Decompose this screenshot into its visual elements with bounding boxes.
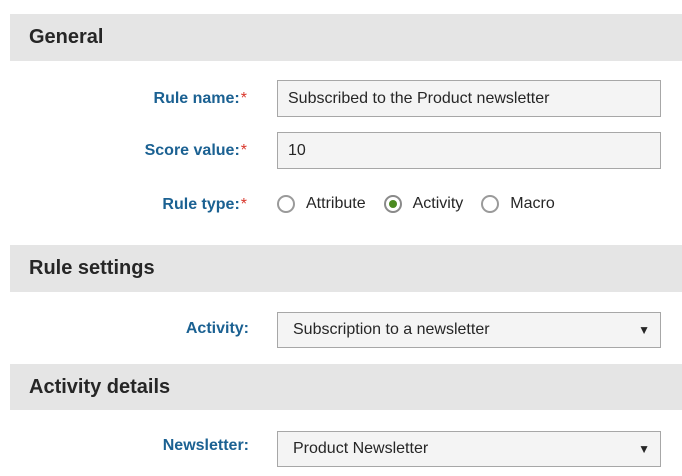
radio-attribute[interactable] — [277, 195, 295, 213]
section-header-general: General — [10, 14, 682, 61]
radio-label-attribute: Attribute — [306, 195, 366, 212]
caret-down-icon: ▼ — [638, 442, 650, 456]
radio-option-activity[interactable]: Activity — [383, 195, 464, 213]
newsletter-label: Newsletter: — [162, 437, 249, 454]
section-title-activity-details: Activity details — [29, 375, 171, 398]
required-marker: * — [240, 196, 247, 213]
score-value-label: Score value:* — [144, 141, 247, 159]
rule-name-label: Rule name:* — [153, 89, 247, 107]
section-header-activity-details: Activity details — [10, 364, 682, 410]
radio-macro[interactable] — [481, 195, 500, 213]
activity-select-value: Subscription to a newsletter — [293, 321, 490, 338]
rule-type-label: Rule type:* — [162, 196, 247, 213]
section-title-general: General — [29, 26, 104, 48]
rule-type-row: Rule type:* Attribute Activity Macro — [0, 193, 682, 217]
section-title-rule-settings: Rule settings — [29, 257, 155, 279]
score-value-row: Score value:* — [0, 132, 682, 169]
rule-type-radio-group: Attribute Activity Macro — [277, 195, 573, 213]
radio-label-macro: Macro — [510, 195, 555, 212]
required-marker: * — [240, 89, 247, 107]
activity-select[interactable]: Subscription to a newsletter ▼ — [277, 312, 661, 348]
required-marker: * — [240, 141, 247, 159]
section-header-rule-settings: Rule settings — [10, 245, 682, 292]
newsletter-select[interactable]: Product Newsletter ▼ — [277, 431, 661, 467]
caret-down-icon: ▼ — [638, 323, 650, 337]
newsletter-select-value: Product Newsletter — [293, 440, 429, 457]
rule-name-row: Rule name:* — [0, 80, 682, 117]
radio-activity[interactable] — [383, 195, 402, 213]
radio-label-activity: Activity — [412, 195, 464, 212]
radio-option-macro[interactable]: Macro — [481, 195, 555, 213]
activity-row: Activity: Subscription to a newsletter ▼ — [0, 312, 682, 348]
activity-label: Activity: — [185, 319, 249, 337]
score-value-input[interactable] — [277, 132, 661, 169]
radio-option-attribute[interactable]: Attribute — [277, 195, 366, 213]
rule-name-input[interactable] — [277, 80, 661, 117]
rule-form: General Rule name:* Score value:* Rule t… — [0, 0, 682, 476]
newsletter-row: Newsletter: Product Newsletter ▼ — [0, 431, 682, 467]
